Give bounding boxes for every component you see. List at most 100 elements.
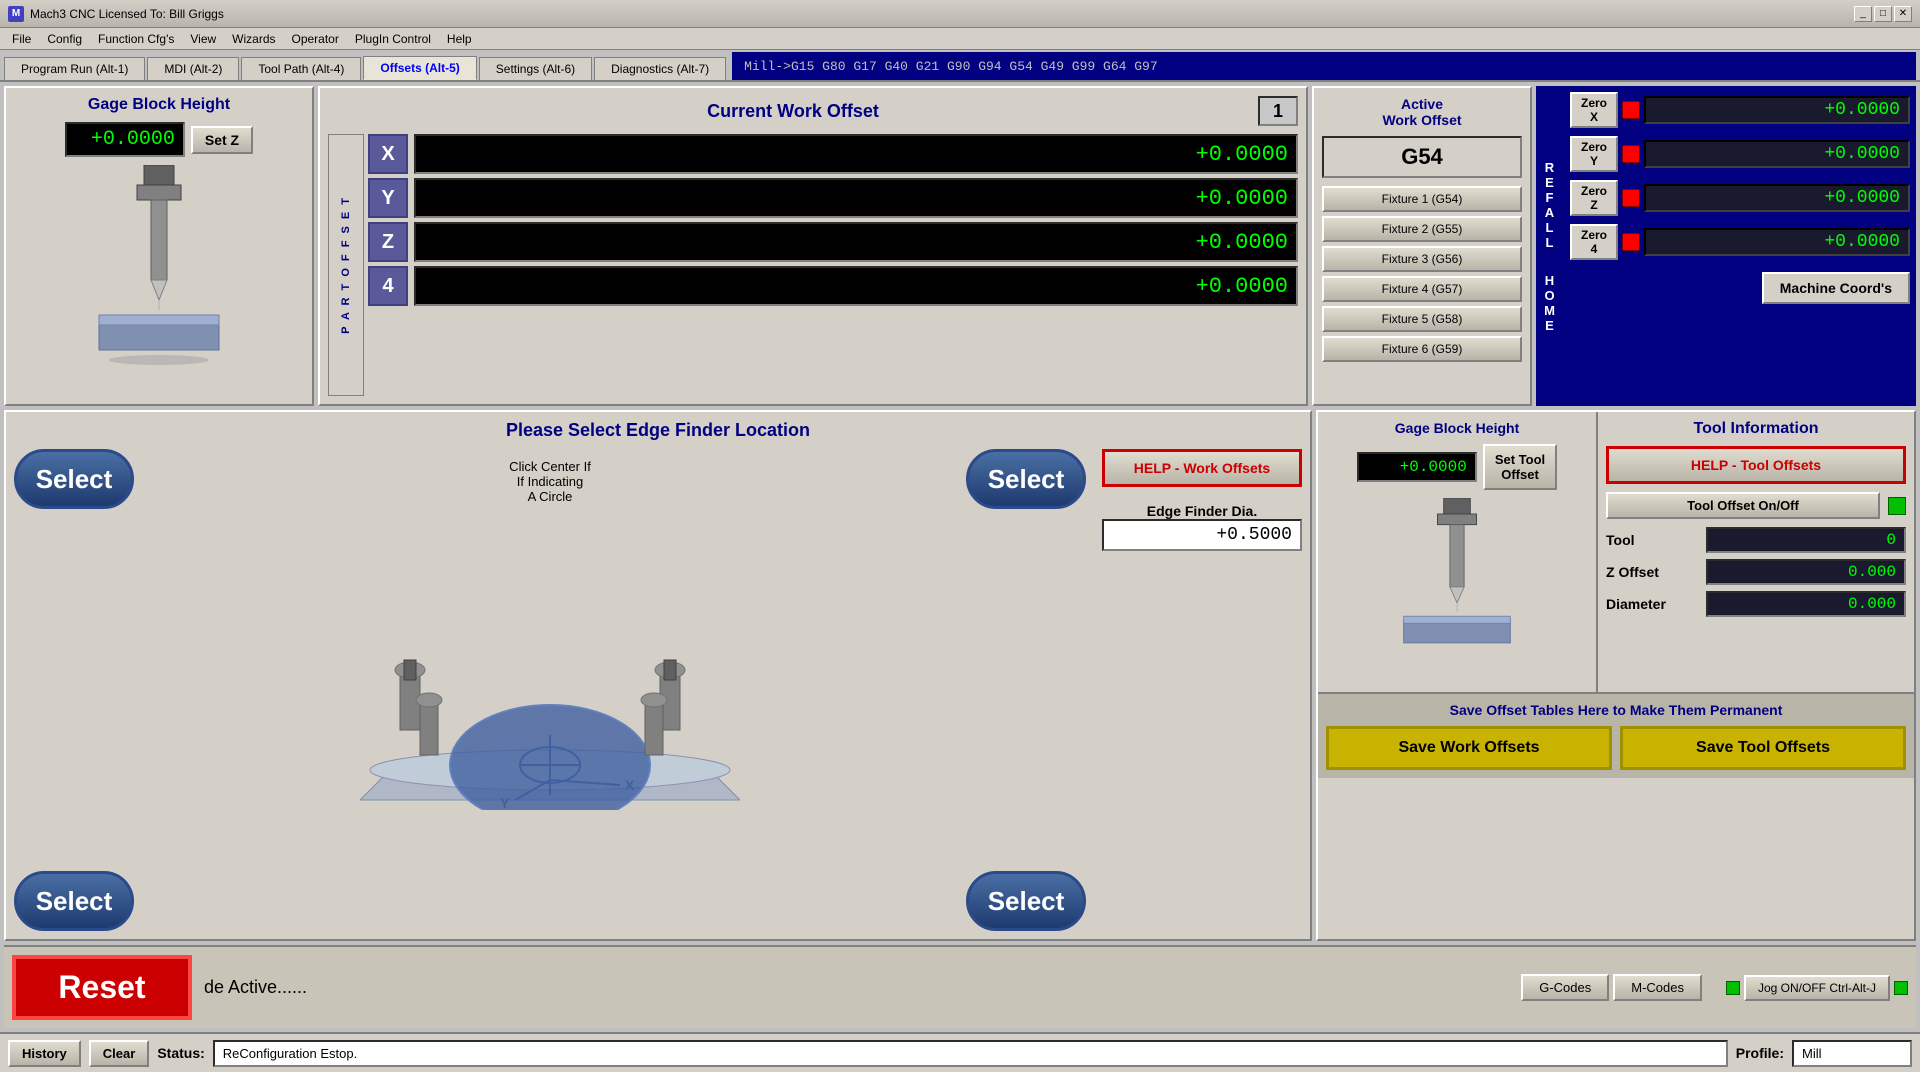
save-offset-title: Save Offset Tables Here to Make Them Per… bbox=[1326, 702, 1906, 718]
axis-4-label: 4 bbox=[368, 266, 408, 306]
zero-4-button[interactable]: Zero4 bbox=[1570, 224, 1618, 260]
axis-inputs: X +0.0000 Y +0.0000 Z +0.0000 4 +0.0000 bbox=[368, 134, 1298, 396]
select-top-right-button[interactable]: Select bbox=[966, 449, 1086, 509]
fixture-4-button[interactable]: Fixture 4 (G57) bbox=[1322, 276, 1522, 302]
active-work-offset-panel: ActiveWork Offset G54 Fixture 1 (G54) Fi… bbox=[1312, 86, 1532, 406]
menu-config[interactable]: Config bbox=[39, 30, 90, 48]
jog-button[interactable]: Jog ON/OFF Ctrl-Alt-J bbox=[1744, 975, 1890, 1001]
zero-z-button[interactable]: ZeroZ bbox=[1570, 180, 1618, 216]
save-work-offsets-button[interactable]: Save Work Offsets bbox=[1326, 726, 1612, 770]
zero-y-button[interactable]: ZeroY bbox=[1570, 136, 1618, 172]
menu-plugin-control[interactable]: PlugIn Control bbox=[347, 30, 439, 48]
set-z-button[interactable]: Set Z bbox=[191, 126, 253, 154]
g-codes-button[interactable]: G-Codes bbox=[1521, 974, 1609, 1001]
gage-block-small-diagram bbox=[1367, 498, 1547, 661]
menu-help[interactable]: Help bbox=[439, 30, 480, 48]
diameter-label: Diameter bbox=[1606, 596, 1706, 612]
axis-z-label: Z bbox=[368, 222, 408, 262]
select-bl: Select bbox=[14, 871, 134, 931]
m-codes-button[interactable]: M-Codes bbox=[1613, 974, 1702, 1001]
history-button[interactable]: History bbox=[8, 1040, 81, 1067]
fixture-5-button[interactable]: Fixture 5 (G58) bbox=[1322, 306, 1522, 332]
bottom-row: Please Select Edge Finder Location Click… bbox=[4, 410, 1916, 941]
zero-rows: ZeroX +0.0000 ZeroY +0.0000 ZeroZ +0.000… bbox=[1564, 86, 1916, 406]
tool-top-section: Gage Block Height +0.0000 Set ToolOffset bbox=[1318, 412, 1914, 692]
gage-block-small-row: +0.0000 Set ToolOffset bbox=[1357, 444, 1557, 490]
gage-block-small-value: +0.0000 bbox=[1357, 452, 1477, 482]
help-work-offsets-button[interactable]: HELP - Work Offsets bbox=[1102, 449, 1302, 487]
profile-label: Profile: bbox=[1736, 1045, 1784, 1061]
gage-block-svg bbox=[69, 165, 249, 365]
menu-view[interactable]: View bbox=[182, 30, 224, 48]
tab-settings[interactable]: Settings (Alt-6) bbox=[479, 57, 592, 80]
zero-4-indicator bbox=[1622, 233, 1640, 251]
tool-info-title: Tool Information bbox=[1606, 420, 1906, 438]
axis-y-label: Y bbox=[368, 178, 408, 218]
reset-area: Reset de Active...... G-Codes M-Codes Jo… bbox=[4, 945, 1916, 1028]
tool-info-section: Tool Information HELP - Tool Offsets Too… bbox=[1598, 412, 1914, 692]
maximize-button[interactable]: □ bbox=[1874, 6, 1892, 22]
machine-coords-button[interactable]: Machine Coord's bbox=[1762, 272, 1910, 304]
zero-x-value: +0.0000 bbox=[1644, 96, 1910, 124]
tab-program-run[interactable]: Program Run (Alt-1) bbox=[4, 57, 145, 80]
work-offset-title: Current Work Offset bbox=[328, 101, 1258, 122]
work-offset-panel: Current Work Offset 1 P A R T O F F S E … bbox=[318, 86, 1308, 406]
reset-button[interactable]: Reset bbox=[12, 955, 192, 1020]
save-offset-section: Save Offset Tables Here to Make Them Per… bbox=[1318, 692, 1914, 778]
z-offset-value[interactable]: 0.000 bbox=[1706, 559, 1906, 585]
diameter-value[interactable]: 0.000 bbox=[1706, 591, 1906, 617]
axis-y-value[interactable]: +0.0000 bbox=[414, 178, 1298, 218]
main-content: Gage Block Height +0.0000 Set Z bbox=[0, 82, 1920, 1032]
menu-file[interactable]: File bbox=[4, 30, 39, 48]
axis-z-value[interactable]: +0.0000 bbox=[414, 222, 1298, 262]
menu-function-cfg[interactable]: Function Cfg's bbox=[90, 30, 182, 48]
menu-operator[interactable]: Operator bbox=[284, 30, 347, 48]
tool-offset-indicator bbox=[1888, 497, 1906, 515]
fixture-6-button[interactable]: Fixture 6 (G59) bbox=[1322, 336, 1522, 362]
axis-y-row: Y +0.0000 bbox=[368, 178, 1298, 218]
tool-offset-toggle-button[interactable]: Tool Offset On/Off bbox=[1606, 492, 1880, 519]
work-offset-number: 1 bbox=[1258, 96, 1298, 126]
zero-y-indicator bbox=[1622, 145, 1640, 163]
minimize-button[interactable]: _ bbox=[1854, 6, 1872, 22]
select-tl: Select bbox=[14, 449, 134, 509]
save-tool-offsets-button[interactable]: Save Tool Offsets bbox=[1620, 726, 1906, 770]
fixture-2-button[interactable]: Fixture 2 (G55) bbox=[1322, 216, 1522, 242]
axis-4-value[interactable]: +0.0000 bbox=[414, 266, 1298, 306]
set-tool-offset-button[interactable]: Set ToolOffset bbox=[1483, 444, 1557, 490]
select-bottom-left-button[interactable]: Select bbox=[14, 871, 134, 931]
zero-z-row: ZeroZ +0.0000 bbox=[1570, 180, 1910, 216]
axis-x-value[interactable]: +0.0000 bbox=[414, 134, 1298, 174]
title-bar: M Mach3 CNC Licensed To: Bill Griggs _ □… bbox=[0, 0, 1920, 28]
zero-z-value: +0.0000 bbox=[1644, 184, 1910, 212]
tab-mdi[interactable]: MDI (Alt-2) bbox=[147, 57, 239, 80]
tool-number-value[interactable]: 0 bbox=[1706, 527, 1906, 553]
fixture-1-button[interactable]: Fixture 1 (G54) bbox=[1322, 186, 1522, 212]
edge-finder-dia-section: Edge Finder Dia. +0.5000 bbox=[1102, 495, 1302, 551]
help-tool-offsets-button[interactable]: HELP - Tool Offsets bbox=[1606, 446, 1906, 484]
select-br: Select bbox=[966, 871, 1086, 931]
menu-wizards[interactable]: Wizards bbox=[224, 30, 283, 48]
menu-bar: File Config Function Cfg's View Wizards … bbox=[0, 28, 1920, 50]
g54-display: G54 bbox=[1322, 136, 1522, 178]
edge-finder-panel: Please Select Edge Finder Location Click… bbox=[4, 410, 1312, 941]
save-buttons-row: Save Work Offsets Save Tool Offsets bbox=[1326, 726, 1906, 770]
edge-finder-dia-value[interactable]: +0.5000 bbox=[1102, 519, 1302, 551]
top-row: Gage Block Height +0.0000 Set Z bbox=[4, 86, 1916, 406]
clear-button[interactable]: Clear bbox=[89, 1040, 150, 1067]
tab-diagnostics[interactable]: Diagnostics (Alt-7) bbox=[594, 57, 726, 80]
fixture-3-button[interactable]: Fixture 3 (G56) bbox=[1322, 246, 1522, 272]
tab-offsets[interactable]: Offsets (Alt-5) bbox=[363, 56, 476, 80]
zero-x-button[interactable]: ZeroX bbox=[1570, 92, 1618, 128]
select-top-left-button[interactable]: Select bbox=[14, 449, 134, 509]
code-buttons: G-Codes M-Codes bbox=[1521, 974, 1702, 1001]
tool-number-row: Tool 0 bbox=[1606, 527, 1906, 553]
close-button[interactable]: ✕ bbox=[1894, 6, 1912, 22]
axis-z-row: Z +0.0000 bbox=[368, 222, 1298, 262]
jog-area: Jog ON/OFF Ctrl-Alt-J bbox=[1726, 975, 1908, 1001]
z-offset-row: Z Offset 0.000 bbox=[1606, 559, 1906, 585]
tab-tool-path[interactable]: Tool Path (Alt-4) bbox=[241, 57, 361, 80]
profile-text: Mill bbox=[1792, 1040, 1912, 1067]
refall-area: R E F A L L H O M E ZeroX +0.0000 bbox=[1536, 86, 1916, 406]
select-bottom-right-button[interactable]: Select bbox=[966, 871, 1086, 931]
